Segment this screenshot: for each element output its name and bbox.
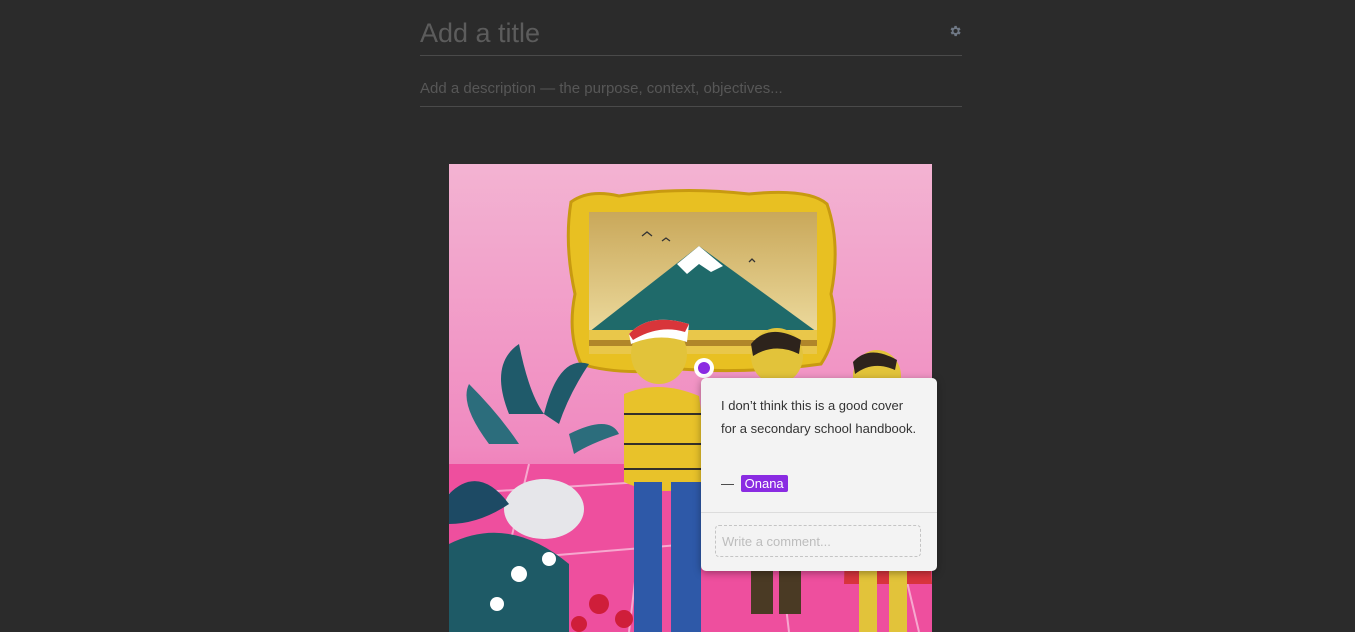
gear-icon[interactable] xyxy=(948,24,962,38)
comment-reply-input[interactable] xyxy=(715,525,921,557)
divider xyxy=(701,512,937,513)
author-prefix: — xyxy=(721,476,734,491)
description-row xyxy=(420,76,962,107)
comment-author-line: — Onana xyxy=(721,475,788,492)
title-input[interactable] xyxy=(420,18,940,49)
comment-popover: I don’t think this is a good cover for a… xyxy=(701,378,937,571)
comment-text: I don’t think this is a good cover for a… xyxy=(721,398,917,436)
comment-marker[interactable] xyxy=(694,358,714,378)
description-input[interactable] xyxy=(420,80,960,97)
title-row xyxy=(420,14,962,56)
author-badge[interactable]: Onana xyxy=(740,475,788,492)
board-page: I don’t think this is a good cover for a… xyxy=(0,0,1355,632)
